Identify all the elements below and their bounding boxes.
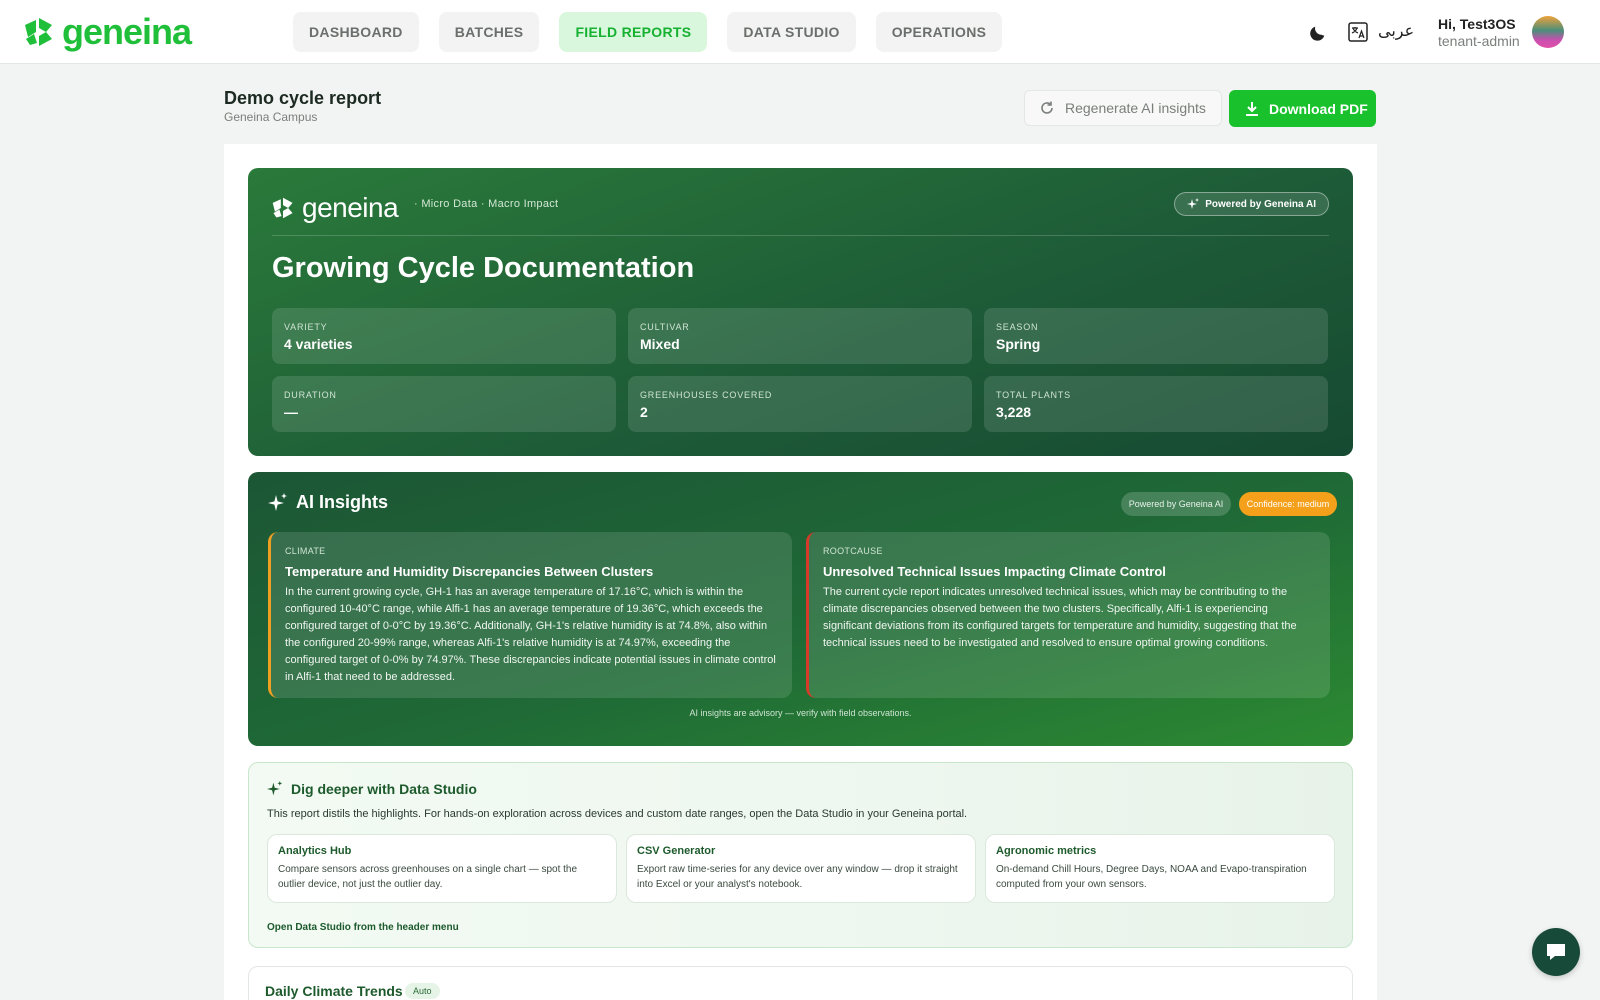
stat-value: —: [284, 404, 298, 420]
stat-cultivar: CULTIVAR Mixed: [628, 308, 972, 364]
ai-insights-card: AI Insights Powered by Geneina AI Confid…: [248, 472, 1353, 746]
ai-advisory-note: AI insights are advisory — verify with f…: [689, 708, 912, 718]
insight-body: In the current growing cycle, GH-1 has a…: [285, 586, 776, 683]
hero-logo: geneina: [272, 192, 399, 224]
report-container: geneina · Micro Data · Macro Impact Powe…: [224, 144, 1377, 1000]
stat-value: 3,228: [996, 404, 1032, 420]
regenerate-ai-insights-button[interactable]: Regenerate AI insights: [1024, 90, 1222, 126]
download-pdf-button[interactable]: Download PDF: [1229, 90, 1376, 127]
stat-variety: VARIETY 4 varieties: [272, 308, 616, 364]
nav-tab-field-reports[interactable]: FIELD REPORTS: [559, 12, 708, 52]
feature-card-analytics-hub[interactable]: Analytics Hub Compare sensors across gre…: [267, 834, 617, 903]
insight-climate: CLIMATE Temperature and Humidity Discrep…: [268, 532, 792, 698]
chat-bubble-icon: [1547, 944, 1565, 960]
sparkle-icon: [268, 492, 287, 511]
download-label: Download PDF: [1269, 100, 1368, 117]
feature-body: On-demand Chill Hours, Degree Days, NOAA…: [996, 864, 1307, 890]
stat-label: VARIETY: [284, 322, 328, 332]
download-icon: [1246, 101, 1258, 116]
powered-by-pill: Powered by Geneina AI: [1174, 192, 1329, 216]
stat-label: TOTAL PLANTS: [996, 390, 1071, 400]
stat-total-plants: TOTAL PLANTS 3,228: [984, 376, 1328, 432]
sparkle-icon: [267, 781, 283, 796]
feature-body: Compare sensors across greenhouses on a …: [278, 864, 578, 890]
daily-climate-trends-card: Daily Climate Trends Auto: [248, 966, 1353, 1000]
insight-category: ROOTCAUSE: [823, 546, 883, 556]
hero-brand-name: geneina: [302, 192, 399, 223]
hero-title: Growing Cycle Documentation: [272, 252, 695, 284]
data-studio-card: Dig deeper with Data Studio This report …: [248, 762, 1353, 948]
page-title: Demo cycle report: [224, 88, 382, 108]
nav-tab-data-studio[interactable]: DATA STUDIO: [727, 12, 856, 52]
feature-card-agronomic-metrics[interactable]: Agronomic metrics On-demand Chill Hours,…: [985, 834, 1335, 903]
nav-tab-dashboard[interactable]: DASHBOARD: [293, 12, 419, 52]
top-header: geneina DASHBOARD BATCHES FIELD REPORTS …: [0, 0, 1600, 64]
trends-title: Daily Climate Trends: [265, 983, 403, 999]
stat-value: Spring: [996, 336, 1041, 352]
hero-divider: [272, 235, 1329, 236]
stat-duration: DURATION —: [272, 376, 616, 432]
stat-label: DURATION: [284, 390, 337, 400]
user-greeting: Hi, Test3OS: [1438, 16, 1516, 32]
stat-label: CULTIVAR: [640, 322, 690, 332]
language-switch[interactable]: عربی: [1378, 21, 1414, 41]
data-studio-heading: Dig deeper with Data Studio: [267, 781, 477, 797]
stat-value: Mixed: [640, 336, 680, 352]
hero-tagline: · Micro Data · Macro Impact: [414, 198, 559, 210]
feature-title: Analytics Hub: [278, 845, 352, 857]
data-studio-description: This report distils the highlights. For …: [267, 808, 968, 820]
main-nav: DASHBOARD BATCHES FIELD REPORTS DATA STU…: [293, 12, 1003, 52]
data-studio-features: Analytics Hub Compare sensors across gre…: [267, 834, 1335, 903]
stat-label: SEASON: [996, 322, 1039, 332]
insight-body: The current cycle report indicates unres…: [823, 586, 1297, 649]
brand-name: geneina: [62, 11, 192, 52]
feature-title: Agronomic metrics: [996, 845, 1097, 857]
powered-by-label: Powered by Geneina AI: [1205, 198, 1316, 210]
avatar[interactable]: [1532, 16, 1564, 48]
stat-value: 4 varieties: [284, 336, 353, 352]
sparkle-icon: [1187, 198, 1200, 209]
ai-insights-heading: AI Insights: [268, 492, 388, 513]
insight-category: CLIMATE: [285, 546, 326, 556]
stat-greenhouses-covered: GREENHOUSES COVERED 2: [628, 376, 972, 432]
insight-rootcause: ROOTCAUSE Unresolved Technical Issues Im…: [806, 532, 1330, 698]
feature-title: CSV Generator: [637, 845, 716, 857]
feature-card-csv-generator[interactable]: CSV Generator Export raw time-series for…: [626, 834, 976, 903]
dark-mode-toggle[interactable]: [1306, 20, 1330, 44]
feature-body: Export raw time-series for any device ov…: [637, 864, 958, 890]
stat-season: SEASON Spring: [984, 308, 1328, 364]
nav-tab-batches[interactable]: BATCHES: [438, 12, 540, 52]
geneina-logo-icon: [272, 197, 293, 219]
translate-icon: [1348, 22, 1368, 42]
cycle-hero-card: geneina · Micro Data · Macro Impact Powe…: [248, 168, 1353, 456]
cycle-stats: VARIETY 4 varieties CULTIVAR Mixed SEASO…: [272, 308, 1329, 432]
geneina-logo-icon: [25, 18, 52, 46]
powered-by-badge: Powered by Geneina AI: [1121, 492, 1231, 516]
insight-title: Temperature and Humidity Discrepancies B…: [285, 564, 654, 579]
regenerate-label: Regenerate AI insights: [1065, 100, 1206, 116]
insight-title: Unresolved Technical Issues Impacting Cl…: [823, 564, 1166, 579]
brand-logo[interactable]: geneina: [24, 11, 192, 52]
refresh-icon: [1041, 101, 1053, 114]
chat-button[interactable]: [1532, 928, 1580, 976]
moon-icon: [1310, 26, 1325, 41]
auto-badge: Auto: [405, 983, 440, 999]
stat-value: 2: [640, 404, 648, 420]
user-role: tenant-admin: [1438, 33, 1520, 49]
confidence-badge: Confidence: medium: [1239, 492, 1337, 516]
nav-tab-operations[interactable]: OPERATIONS: [875, 12, 1003, 52]
translate-button[interactable]: [1346, 20, 1370, 44]
data-studio-title: Dig deeper with Data Studio: [291, 781, 477, 797]
ai-insights-title: AI Insights: [296, 492, 389, 512]
page-subtitle: Geneina Campus: [224, 110, 318, 124]
stat-label: GREENHOUSES COVERED: [640, 390, 773, 400]
open-data-studio-link[interactable]: Open Data Studio from the header menu: [267, 922, 459, 933]
